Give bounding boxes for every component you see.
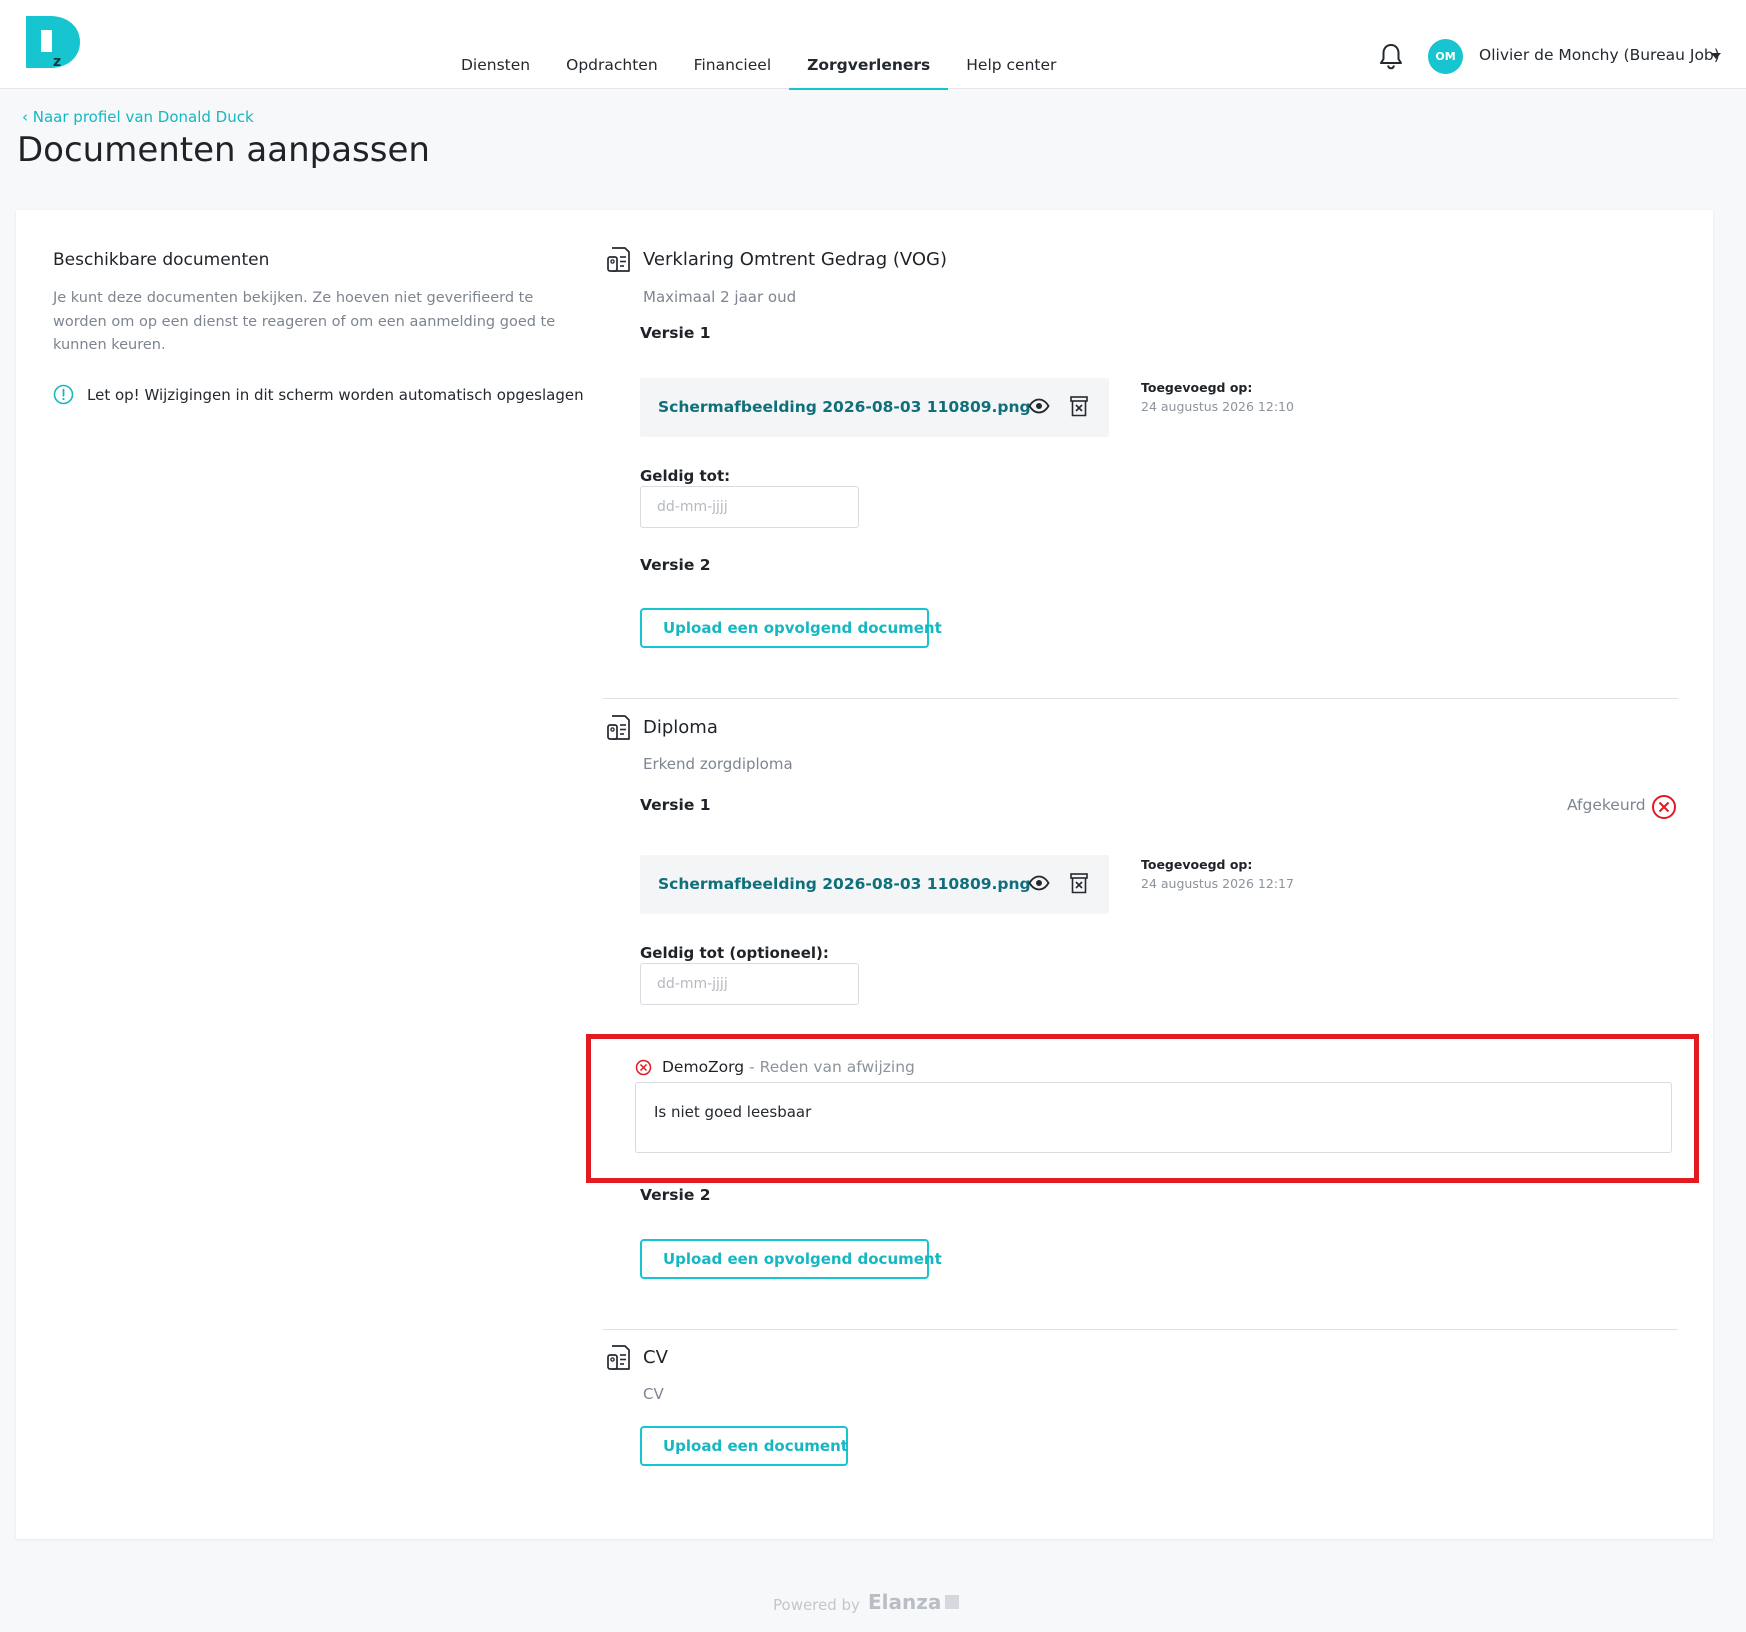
- vog-upload-next-button[interactable]: Upload een opvolgend document: [640, 608, 942, 648]
- cv-subtitle: CV: [643, 1385, 664, 1403]
- vog-valid-until-input[interactable]: [640, 486, 859, 528]
- rejected-icon: [635, 1059, 652, 1075]
- status-badge: Afgekeurd: [1567, 796, 1646, 814]
- document-icon: [607, 715, 630, 740]
- vog-file-row: Schermafbeelding 2026-08-03 110809.png: [640, 378, 1109, 437]
- section-divider: [603, 698, 1678, 699]
- rejected-icon: [1652, 795, 1676, 819]
- info-icon: [53, 384, 74, 405]
- vog-title: Verklaring Omtrent Gedrag (VOG): [643, 249, 948, 270]
- section-divider: [603, 1329, 1678, 1330]
- user-menu-name[interactable]: Olivier de Monchy (Bureau Job): [1479, 46, 1720, 64]
- nav-item-diensten[interactable]: Diensten: [443, 50, 548, 89]
- diploma-file-link[interactable]: Schermafbeelding 2026-08-03 110809.png: [658, 875, 1031, 893]
- svg-text:z: z: [53, 54, 61, 68]
- vog-valid-until-label: Geldig tot:: [640, 467, 731, 485]
- cv-upload-button[interactable]: Upload een document: [640, 1426, 848, 1466]
- documents-card: Beschikbare documenten Je kunt deze docu…: [16, 210, 1713, 1539]
- diploma-version-2-label: Versie 2: [640, 1186, 711, 1204]
- nav-item-help-center[interactable]: Help center: [948, 50, 1074, 89]
- diploma-version-1-label: Versie 1: [640, 796, 711, 814]
- bell-icon[interactable]: [1378, 42, 1404, 70]
- vog-version-2-label: Versie 2: [640, 556, 711, 574]
- diploma-upload-next-button[interactable]: Upload een opvolgend document: [640, 1239, 942, 1279]
- document-icon: [607, 247, 630, 272]
- diploma-file-row: Schermafbeelding 2026-08-03 110809.png: [640, 855, 1109, 914]
- diploma-valid-until-input[interactable]: [640, 963, 859, 1005]
- diploma-title: Diploma: [643, 717, 718, 738]
- nav-item-opdrachten[interactable]: Opdrachten: [548, 50, 676, 89]
- nav-item-financieel[interactable]: Financieel: [676, 50, 789, 89]
- chevron-down-icon[interactable]: [1711, 53, 1721, 59]
- rejecting-organisation: DemoZorg: [662, 1058, 745, 1076]
- rejection-reason-box: DemoZorg - Reden van afwijzing Is niet g…: [586, 1034, 1699, 1183]
- eye-icon[interactable]: [1028, 875, 1050, 891]
- diploma-subtitle: Erkend zorgdiploma: [643, 755, 793, 773]
- avatar[interactable]: OM: [1428, 39, 1463, 74]
- app-logo[interactable]: z: [26, 16, 82, 68]
- autosave-note: Let op! Wijzigingen in dit scherm worden…: [53, 384, 584, 405]
- rejection-reason-text: Is niet goed leesbaar: [635, 1082, 1672, 1153]
- page-title: Documenten aanpassen: [17, 130, 430, 170]
- vog-version-1-label: Versie 1: [640, 324, 711, 342]
- powered-by-footer: Powered by Elanza: [773, 1590, 960, 1614]
- back-to-profile-link[interactable]: ‹ Naar profiel van Donald Duck: [22, 108, 254, 126]
- rejection-reason-label: - Reden van afwijzing: [749, 1058, 915, 1076]
- main-nav: Diensten Opdrachten Financieel Zorgverle…: [443, 50, 1074, 90]
- diploma-added-label: Toegevoegd op:: [1141, 857, 1253, 872]
- rejection-header: DemoZorg - Reden van afwijzing: [635, 1058, 915, 1076]
- vog-subtitle: Maximaal 2 jaar oud: [643, 288, 797, 306]
- vog-added-label: Toegevoegd op:: [1141, 380, 1253, 395]
- diploma-valid-until-label: Geldig tot (optioneel):: [640, 944, 829, 962]
- elanza-logo-mark-icon: [945, 1595, 960, 1609]
- delete-icon[interactable]: [1070, 395, 1088, 417]
- delete-icon[interactable]: [1070, 872, 1088, 894]
- available-documents-description: Je kunt deze documenten bekijken. Ze hoe…: [53, 290, 556, 353]
- eye-icon[interactable]: [1028, 398, 1050, 414]
- top-navigation-bar: z Diensten Opdrachten Financieel Zorgver…: [0, 0, 1746, 90]
- nav-item-zorgverleners[interactable]: Zorgverleners: [789, 50, 949, 90]
- document-icon: [607, 1345, 630, 1370]
- vog-file-link[interactable]: Schermafbeelding 2026-08-03 110809.png: [658, 398, 1031, 416]
- available-documents-heading: Beschikbare documenten: [53, 250, 270, 270]
- cv-title: CV: [643, 1347, 668, 1368]
- autosave-note-text: Let op! Wijzigingen in dit scherm worden…: [87, 385, 584, 404]
- diploma-added-date: 24 augustus 2026 12:17: [1141, 876, 1294, 891]
- powered-by-text: Powered by: [773, 1596, 860, 1614]
- vog-added-date: 24 augustus 2026 12:10: [1141, 399, 1294, 414]
- elanza-logo[interactable]: Elanza: [868, 1590, 941, 1614]
